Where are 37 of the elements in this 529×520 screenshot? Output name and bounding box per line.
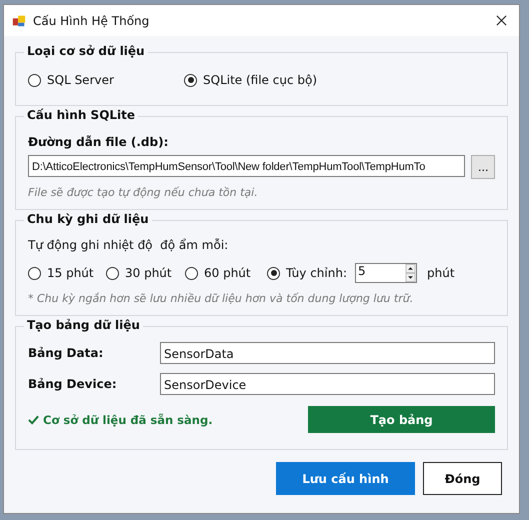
text-field[interactable]: SensorData bbox=[160, 342, 495, 364]
field-label: Bảng Data: bbox=[28, 346, 104, 360]
close-icon[interactable] bbox=[496, 15, 507, 26]
radio-label[interactable]: 30 phút bbox=[125, 266, 172, 280]
radio-button[interactable] bbox=[106, 266, 119, 280]
close-button[interactable]: Đóng bbox=[423, 462, 502, 495]
window-title: Cấu Hình Hệ Thống bbox=[33, 14, 150, 28]
radio-label[interactable]: Tùy chỉnh: bbox=[286, 266, 347, 280]
save-button[interactable]: Lưu cấu hình bbox=[276, 462, 415, 495]
field-label: Bảng Device: bbox=[28, 377, 118, 391]
status-text: Cơ sở dữ liệu đã sẵn sàng. bbox=[43, 412, 213, 426]
radio-label[interactable]: SQL Server bbox=[47, 73, 114, 87]
radio-label[interactable]: 60 phút bbox=[204, 266, 251, 280]
create-table-button[interactable]: Tạo bảng bbox=[308, 406, 495, 433]
spin-buttons-icon[interactable] bbox=[405, 264, 416, 282]
number-field[interactable]: 5 bbox=[355, 263, 417, 283]
field-label: Đường dẫn file (.db): bbox=[28, 135, 170, 149]
group-title: Tạo bảng dữ liệu bbox=[27, 318, 140, 332]
group-title: Loại cơ sở dữ liệu bbox=[27, 44, 145, 58]
group-title: Cấu hình SQLite bbox=[27, 108, 136, 122]
check-icon bbox=[28, 414, 39, 425]
app-icon bbox=[12, 14, 26, 28]
browse-button[interactable]: ... bbox=[471, 155, 495, 179]
path-field[interactable]: D:\AtticoElectronics\TempHumSensor\Tool\New folder\TempHumTool\TempHumTo bbox=[28, 155, 466, 177]
radio-button[interactable] bbox=[184, 74, 197, 86]
text-field[interactable]: SensorDevice bbox=[160, 373, 495, 395]
radio-button[interactable] bbox=[28, 266, 41, 280]
radio-button[interactable] bbox=[185, 266, 198, 280]
radio-button[interactable] bbox=[28, 74, 41, 86]
unit-label: phút bbox=[427, 266, 455, 280]
group-title: Chu kỳ ghi dữ liệu bbox=[27, 212, 149, 226]
radio-label[interactable]: 15 phút bbox=[47, 266, 94, 280]
note-text: * Chu kỳ ngắn hơn sẽ lưu nhiều dữ liệu hơn và tốn dung lượng lưu trữ. bbox=[28, 292, 414, 305]
radio-button[interactable] bbox=[267, 266, 280, 280]
radio-label[interactable]: SQLite (file cục bộ) bbox=[203, 73, 318, 87]
hint-text: File sẽ được tạo tự động nếu chưa tồn tại. bbox=[28, 186, 259, 199]
prompt-text: Tự động ghi nhiệt độ độ ẩm mỗi: bbox=[28, 238, 230, 252]
